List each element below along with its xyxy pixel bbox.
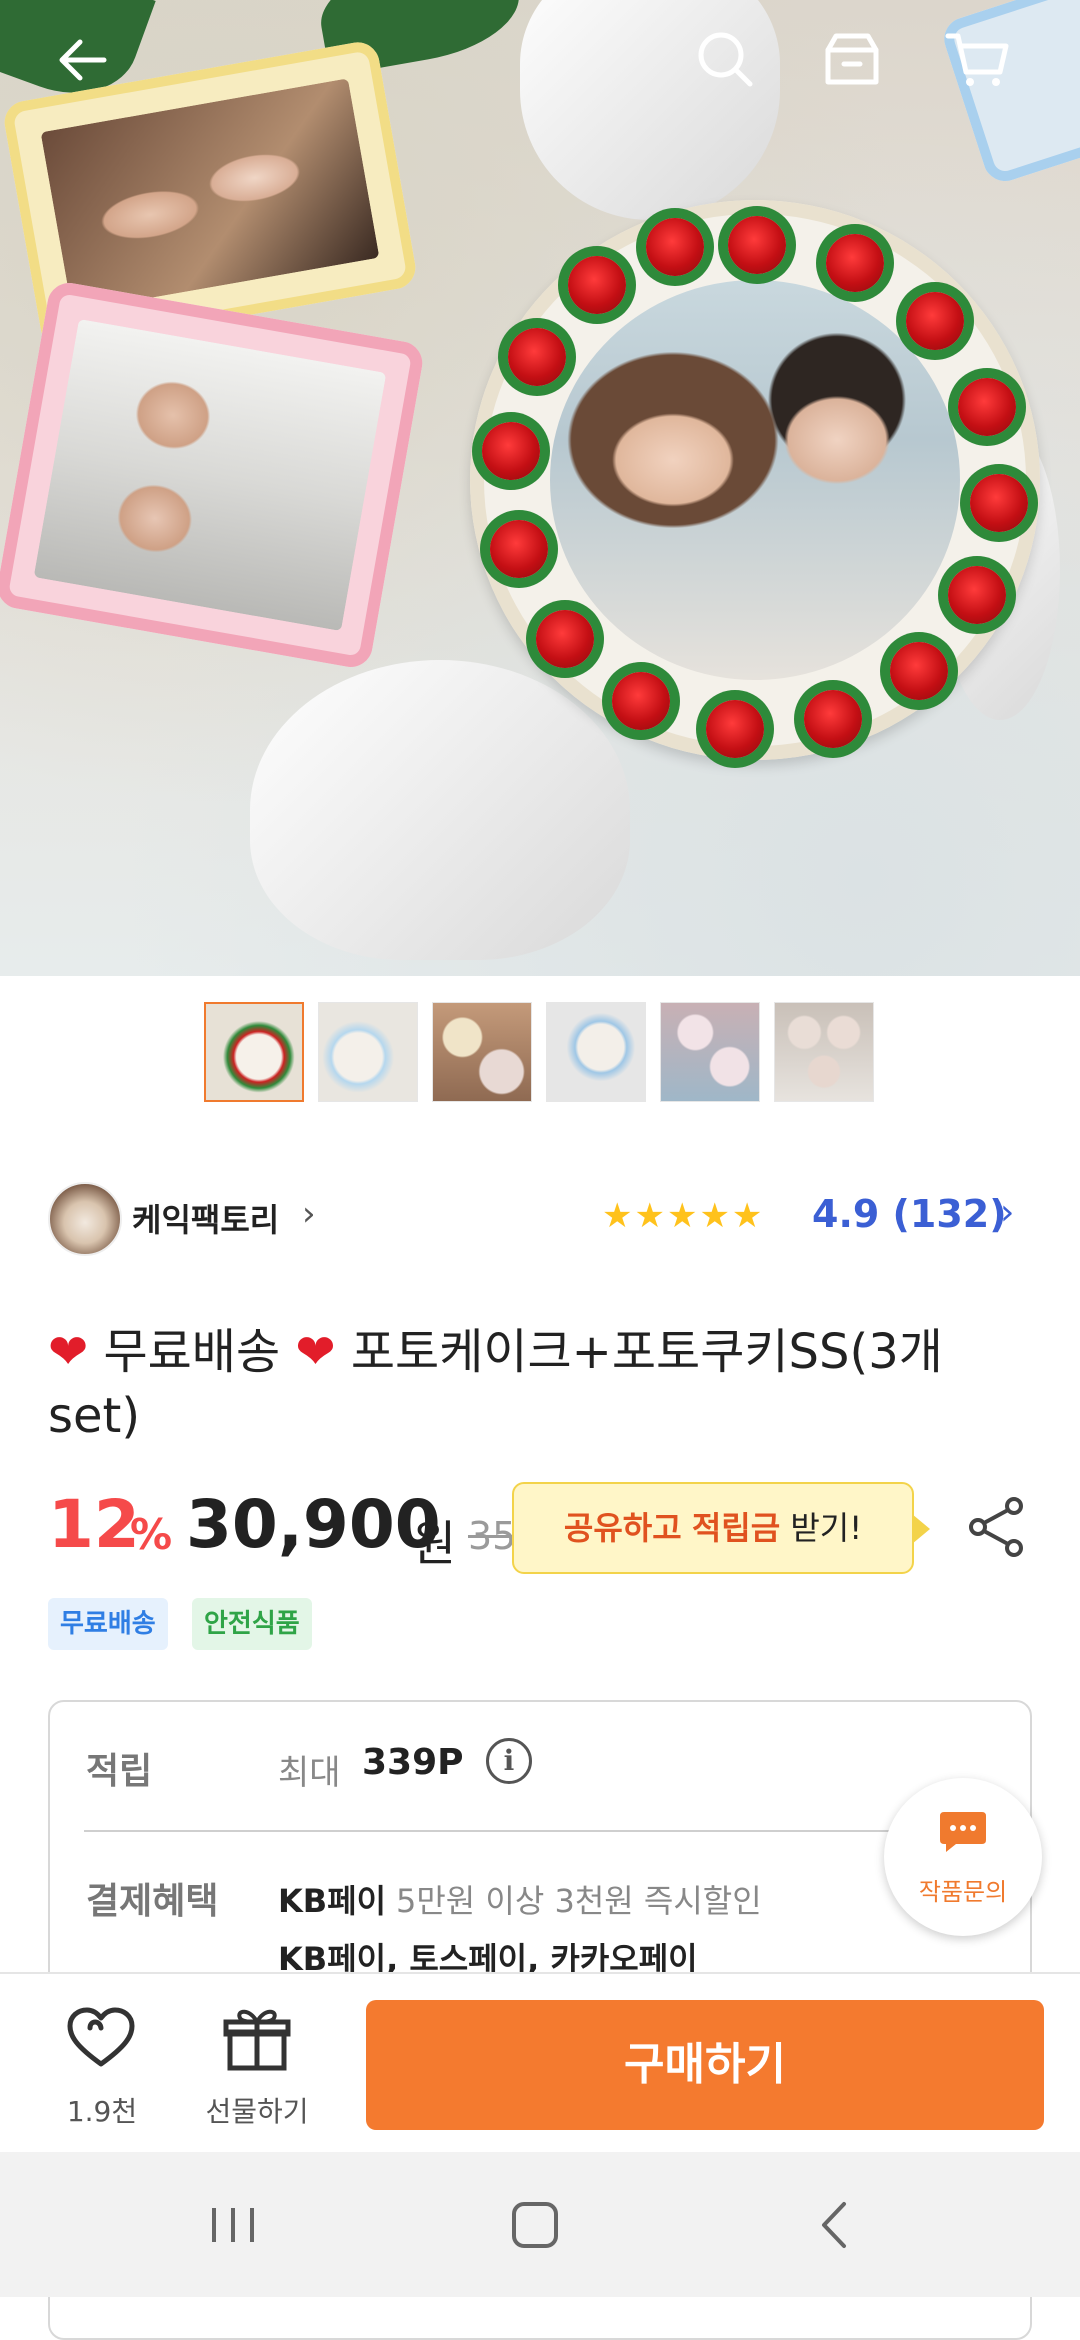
inquiry-label: 작품문의 (918, 1878, 1008, 1906)
thumbnail-4[interactable] (546, 1002, 646, 1102)
gift-icon[interactable] (222, 2004, 292, 2072)
original-price: 35 (468, 1514, 517, 1558)
home-icon[interactable] (500, 2190, 570, 2260)
discount-percent: 12 (48, 1486, 140, 1563)
product-title: ❤ 무료배송 ❤ 포토케이크+포토쿠키SS(3개 set) (48, 1320, 1038, 1448)
recent-apps-icon[interactable] (198, 2190, 268, 2260)
thumbnail-3[interactable] (432, 1002, 532, 1102)
heart-emoji-icon: ❤ (295, 1324, 336, 1380)
discount-percent-sign: % (130, 1510, 173, 1559)
heart-like-icon[interactable] (66, 2006, 136, 2070)
safe-food-badge: 안전식품 (192, 1598, 312, 1650)
points-prefix: 최대 (278, 1753, 341, 1793)
free-shipping-badge: 무료배송 (48, 1598, 168, 1650)
sale-price: 30,900 (186, 1486, 441, 1563)
product-hero-image[interactable] (0, 0, 1080, 976)
share-tip-highlight: 적립금 (691, 1509, 781, 1547)
thumbnail-1[interactable] (204, 1002, 304, 1102)
payment-benefit-desc: 5만원 이상 3천원 즉시할인 (396, 1882, 762, 1920)
store-icon[interactable] (814, 22, 890, 98)
rating-stars[interactable]: ★★★★★ (602, 1196, 764, 1236)
heart-emoji-icon: ❤ (48, 1324, 89, 1380)
buy-button[interactable]: 구매하기 (366, 2000, 1044, 2130)
thumbnail-6[interactable] (774, 1002, 874, 1102)
title-free-shipping: 무료배송 (103, 1324, 281, 1380)
rating-score[interactable]: 4.9 (132) (812, 1192, 1007, 1236)
search-icon[interactable] (688, 22, 764, 98)
chat-bubble-icon (940, 1812, 986, 1852)
thumbnail-2[interactable] (318, 1002, 418, 1102)
share-tip-text: 받기! (790, 1509, 863, 1547)
share-reward-tooltip[interactable]: 공유하고 적립금 받기! (512, 1482, 930, 1574)
cart-icon[interactable] (940, 22, 1016, 98)
price-unit: 원 (412, 1516, 457, 1572)
thumbnail-5[interactable] (660, 1002, 760, 1102)
like-count: 1.9천 (66, 2095, 138, 2128)
inquiry-button[interactable]: 작품문의 (884, 1778, 1042, 1936)
payment-method: KB페이 (278, 1882, 387, 1920)
points-value: 339P (362, 1742, 464, 1783)
back-arrow-icon[interactable] (46, 22, 122, 98)
share-icon[interactable] (964, 1494, 1030, 1560)
info-icon[interactable]: i (486, 1738, 532, 1784)
seller-avatar[interactable] (48, 1182, 122, 1256)
chevron-right-icon[interactable]: › (1000, 1192, 1014, 1233)
seller-name[interactable]: 케익팩토리 (132, 1195, 279, 1241)
payment-benefit-label: 결제혜택 (86, 1881, 219, 1922)
chevron-right-icon[interactable]: › (302, 1194, 316, 1234)
back-icon[interactable] (800, 2190, 870, 2260)
gift-label[interactable]: 선물하기 (196, 2090, 318, 2130)
points-label: 적립 (86, 1751, 153, 1792)
share-tip-highlight: 공유하고 (563, 1509, 682, 1547)
divider (84, 1830, 1014, 1832)
